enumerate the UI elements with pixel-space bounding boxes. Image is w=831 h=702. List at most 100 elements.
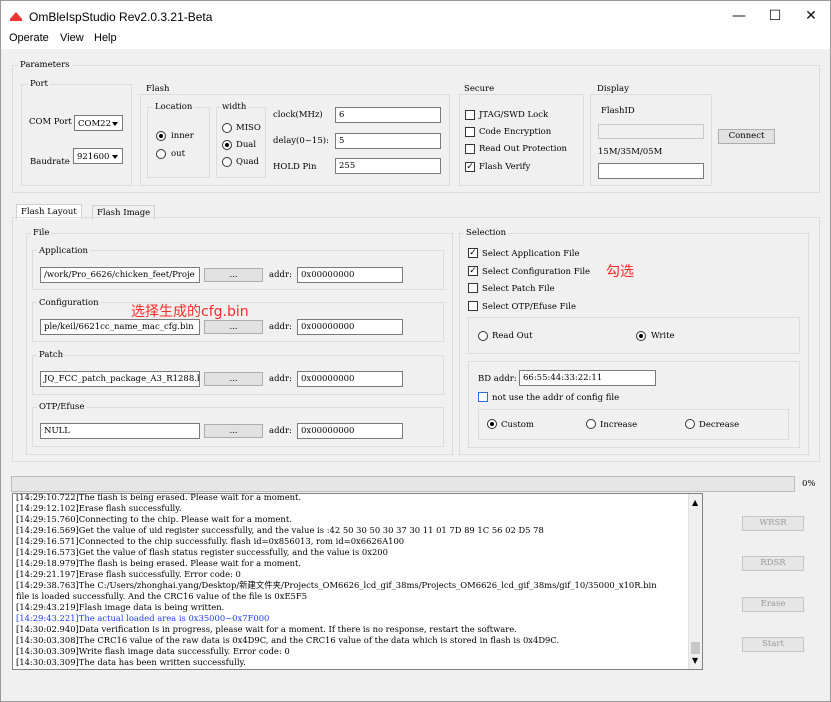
com-port-select[interactable]: COM22 bbox=[74, 115, 123, 131]
width-miso-radio[interactable] bbox=[222, 123, 232, 133]
baudrate-value: 921600 bbox=[77, 152, 110, 162]
read-out-protection-checkbox[interactable] bbox=[465, 144, 475, 154]
application-label: Application bbox=[37, 246, 91, 256]
rdsr-button[interactable]: RDSR bbox=[742, 556, 804, 571]
bd-addr-input[interactable]: 66:55:44:33:22:11 bbox=[519, 370, 656, 386]
menu-operate[interactable]: Operate bbox=[9, 32, 49, 44]
otp-efuse-browse-button[interactable]: ... bbox=[204, 424, 263, 438]
width-quad-label: Quad bbox=[236, 157, 259, 167]
log-line: [14:29:16.573]Get the value of flash sta… bbox=[16, 547, 388, 557]
log-line: [14:30:03.309]The data has been written … bbox=[16, 657, 246, 667]
read-out-protection-label: Read Out Protection bbox=[479, 144, 568, 154]
hold-pin-input[interactable]: 255 bbox=[335, 158, 441, 174]
display-field[interactable] bbox=[598, 163, 704, 179]
flashid-label: FlashID bbox=[601, 106, 635, 116]
write-radio[interactable] bbox=[636, 331, 646, 341]
read-out-label: Read Out bbox=[492, 331, 533, 341]
configuration-addr-input[interactable]: 0x00000000 bbox=[297, 319, 403, 335]
chevron-down-icon[interactable]: ▼ bbox=[692, 656, 698, 665]
annotation-check: 勾选 bbox=[606, 264, 634, 280]
window-title: OmBleIspStudio Rev2.0.3.21-Beta bbox=[29, 10, 213, 24]
patch-addr-input[interactable]: 0x00000000 bbox=[297, 371, 403, 387]
log-line: [14:29:12.102]Erase flash successfully. bbox=[16, 503, 182, 513]
chevron-down-icon bbox=[112, 122, 118, 126]
maximize-button[interactable]: ☐ bbox=[755, 1, 795, 31]
jtag-lock-checkbox[interactable] bbox=[465, 110, 475, 120]
secure-group bbox=[459, 94, 584, 186]
read-out-radio[interactable] bbox=[478, 331, 488, 341]
width-miso-label: MISO bbox=[236, 123, 261, 133]
close-button[interactable]: ✕ bbox=[791, 1, 831, 31]
flash-verify-label: Flash Verify bbox=[479, 162, 531, 172]
select-application-checkbox[interactable]: ✓ bbox=[468, 248, 478, 258]
baudrate-label: Baudrate bbox=[30, 157, 70, 167]
application-addr-input[interactable]: 0x00000000 bbox=[297, 267, 403, 283]
flash-verify-checkbox[interactable]: ✓ bbox=[465, 162, 475, 172]
increase-radio[interactable] bbox=[586, 419, 596, 429]
configuration-browse-button[interactable]: ... bbox=[204, 320, 263, 334]
minimize-button[interactable]: — bbox=[719, 1, 759, 31]
application-addr-label: addr: bbox=[269, 270, 292, 280]
code-encryption-checkbox[interactable] bbox=[465, 127, 475, 137]
com-port-value: COM22 bbox=[78, 119, 111, 129]
patch-path-input[interactable]: JQ_FCC_patch_package_A3_R1288.bin bbox=[40, 371, 200, 387]
chevron-down-icon bbox=[112, 155, 118, 159]
configuration-addr-label: addr: bbox=[269, 322, 292, 332]
menu-bar: Operate View Help bbox=[1, 31, 830, 49]
select-patch-checkbox[interactable] bbox=[468, 283, 478, 293]
location-inner-radio[interactable] bbox=[156, 131, 166, 141]
connect-button[interactable]: Connect bbox=[718, 129, 775, 144]
otp-efuse-path-input[interactable]: NULL bbox=[40, 423, 200, 439]
decrease-label: Decrease bbox=[699, 420, 740, 430]
clock-label: clock(MHz) bbox=[273, 110, 323, 120]
location-inner-label: inner bbox=[171, 131, 194, 141]
width-quad-radio[interactable] bbox=[222, 157, 232, 167]
scroll-thumb[interactable] bbox=[691, 642, 700, 654]
flash-label: Flash bbox=[144, 84, 172, 94]
log-line: [14:29:18.979]The flash is being erased.… bbox=[16, 558, 302, 568]
app-window: OmBleIspStudio Rev2.0.3.21-Beta — ☐ ✕ Op… bbox=[0, 0, 831, 702]
log-line: [14:29:43.221]The actual loaded area is … bbox=[16, 613, 270, 623]
app-logo-icon bbox=[10, 12, 22, 21]
log-output[interactable]: [14:29:10.722]The flash is being erased.… bbox=[12, 493, 703, 670]
selection-label: Selection bbox=[464, 228, 509, 238]
log-line: [14:29:10.722]The flash is being erased.… bbox=[16, 493, 302, 502]
erase-button[interactable]: Erase bbox=[742, 597, 804, 612]
log-line: [14:30:03.308]The CRC16 value of the raw… bbox=[16, 635, 560, 645]
bd-addr-label: BD addr: bbox=[478, 374, 517, 384]
width-dual-radio[interactable] bbox=[222, 140, 232, 150]
select-otp-efuse-checkbox[interactable] bbox=[468, 301, 478, 311]
chevron-up-icon[interactable]: ▲ bbox=[692, 498, 698, 507]
menu-help[interactable]: Help bbox=[94, 32, 117, 44]
baudrate-select[interactable]: 921600 bbox=[73, 148, 123, 164]
otp-efuse-label: OTP/Efuse bbox=[37, 402, 87, 412]
otp-efuse-addr-input[interactable]: 0x00000000 bbox=[297, 423, 403, 439]
decrease-radio[interactable] bbox=[685, 419, 695, 429]
start-button[interactable]: Start bbox=[742, 637, 804, 652]
patch-browse-button[interactable]: ... bbox=[204, 372, 263, 386]
com-port-label: COM Port bbox=[29, 117, 72, 127]
log-line: file is loaded successfully. And the CRC… bbox=[16, 591, 308, 601]
custom-radio[interactable] bbox=[487, 419, 497, 429]
log-line: [14:30:02.940]Data verification is in pr… bbox=[16, 624, 517, 634]
clock-input[interactable]: 6 bbox=[335, 107, 441, 123]
log-line: [14:29:16.571]Connected to the chip succ… bbox=[16, 536, 405, 546]
select-configuration-checkbox[interactable]: ✓ bbox=[468, 266, 478, 276]
frequency-label: 15M/35M/05M bbox=[598, 147, 663, 157]
file-label: File bbox=[31, 228, 52, 238]
width-dual-label: Dual bbox=[236, 140, 257, 150]
menu-view[interactable]: View bbox=[60, 32, 84, 44]
application-browse-button[interactable]: ... bbox=[204, 268, 263, 282]
width-label: width bbox=[220, 102, 249, 112]
wrsr-button[interactable]: WRSR bbox=[742, 516, 804, 531]
log-scrollbar[interactable]: ▲ ▼ bbox=[688, 494, 702, 669]
log-line: [14:29:21.197]Erase flash successfully. … bbox=[16, 569, 241, 579]
select-application-label: Select Application File bbox=[482, 249, 580, 259]
delay-input[interactable]: 5 bbox=[335, 133, 441, 149]
write-label: Write bbox=[651, 331, 675, 341]
configuration-path-input[interactable]: ple/keil/6621cc_name_mac_cfg.bin bbox=[40, 319, 200, 335]
application-path-input[interactable]: /work/Pro_6626/chicken_feet/Proje bbox=[40, 267, 200, 283]
location-out-radio[interactable] bbox=[156, 149, 166, 159]
no-config-addr-checkbox[interactable] bbox=[478, 392, 488, 402]
display-label: Display bbox=[595, 84, 631, 94]
